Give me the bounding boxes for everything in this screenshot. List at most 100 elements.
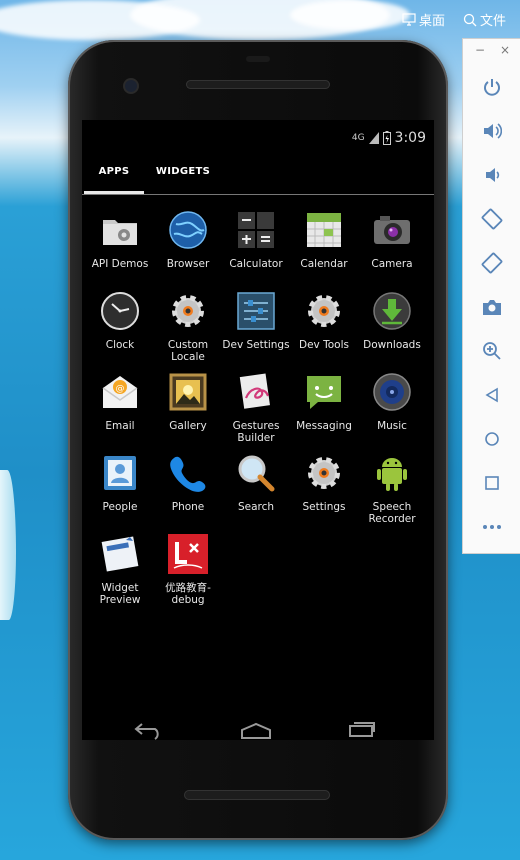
app-search[interactable]: Search xyxy=(222,453,290,531)
app-calendar[interactable]: Calendar xyxy=(290,210,358,288)
svg-text:@: @ xyxy=(116,384,125,394)
app-label: Messaging xyxy=(296,420,352,432)
app-label: Speech Recorder xyxy=(368,501,416,525)
phone-device: 4G 3:09 APPS WIDGETS API Demos Browser Cal… xyxy=(68,40,448,840)
app-label: Camera xyxy=(371,258,413,270)
messaging-icon xyxy=(304,372,344,412)
app-widget-preview[interactable]: Widget Preview xyxy=(86,534,154,612)
calendar-icon xyxy=(304,210,344,250)
app-label: Settings xyxy=(302,501,346,513)
youlu-logo-icon xyxy=(168,534,208,574)
desktop-button[interactable]: 桌面 xyxy=(402,10,445,29)
more-dots-icon xyxy=(483,525,501,529)
app-label: Gallery xyxy=(169,420,207,432)
emulator-control-panel: − × xyxy=(462,38,520,554)
gear-icon xyxy=(304,291,344,331)
app-calculator[interactable]: Calculator xyxy=(222,210,290,288)
app-api-demos[interactable]: API Demos xyxy=(86,210,154,288)
app-label: Custom Locale xyxy=(167,339,209,363)
home-icon xyxy=(241,722,271,739)
top-notch xyxy=(246,56,270,62)
android-icon xyxy=(372,453,412,493)
earpiece-speaker xyxy=(186,80,330,89)
app-clock[interactable]: Clock xyxy=(86,291,154,369)
file-button[interactable]: 文件 xyxy=(463,10,506,29)
rotate-left-icon xyxy=(481,208,503,230)
sliders-icon xyxy=(236,291,276,331)
recents-button[interactable] xyxy=(348,720,378,742)
triangle-back-icon xyxy=(485,387,498,403)
tab-widgets[interactable]: WIDGETS xyxy=(152,160,214,194)
app-优路教育-debug[interactable]: 优路教育- debug xyxy=(154,534,222,612)
home-button[interactable] xyxy=(240,722,272,744)
power-icon xyxy=(484,79,500,96)
speaker-icon xyxy=(372,372,412,412)
app-label: Dev Settings xyxy=(222,339,290,351)
app-people[interactable]: People xyxy=(86,453,154,531)
app-dev-settings[interactable]: Dev Settings xyxy=(222,291,290,369)
power-button[interactable] xyxy=(463,67,520,107)
app-label: Phone xyxy=(171,501,205,513)
search-icon xyxy=(463,13,477,26)
rotate-left-button[interactable] xyxy=(463,199,520,239)
app-browser[interactable]: Browser xyxy=(154,210,222,288)
gear-icon xyxy=(304,453,344,493)
app-speech-recorder[interactable]: Speech Recorder xyxy=(358,453,426,531)
back-button[interactable] xyxy=(134,720,164,744)
app-label: Clock xyxy=(105,339,135,351)
signal-icon xyxy=(368,132,379,144)
bottom-speaker xyxy=(184,790,330,800)
app-settings[interactable]: Settings xyxy=(290,453,358,531)
zoom-button[interactable] xyxy=(463,331,520,371)
circle-home-icon xyxy=(485,432,499,446)
camera-icon xyxy=(372,210,412,250)
app-label: Calendar xyxy=(300,258,348,270)
app-messaging[interactable]: Messaging xyxy=(290,372,358,450)
app-label: Music xyxy=(377,420,407,432)
more-button[interactable] xyxy=(463,507,520,547)
app-custom-locale[interactable]: Custom Locale xyxy=(154,291,222,369)
app-phone[interactable]: Phone xyxy=(154,453,222,531)
file-button-label: 文件 xyxy=(480,14,507,29)
widget-preview-icon xyxy=(100,534,140,574)
app-label: Calculator xyxy=(229,258,283,270)
app-gestures-builder[interactable]: Gestures Builder xyxy=(222,372,290,450)
magnifier-icon xyxy=(236,453,276,493)
app-label: Downloads xyxy=(363,339,421,351)
tab-bar: APPS WIDGETS xyxy=(82,160,434,195)
back-nav-button[interactable] xyxy=(463,375,520,415)
home-nav-button[interactable] xyxy=(463,419,520,459)
volume-up-button[interactable] xyxy=(463,111,520,151)
app-downloads[interactable]: Downloads xyxy=(358,291,426,369)
app-label: Gestures Builder xyxy=(232,420,280,444)
clock-icon xyxy=(100,291,140,331)
tab-apps[interactable]: APPS xyxy=(84,160,144,194)
app-gallery[interactable]: Gallery xyxy=(154,372,222,450)
app-dev-tools[interactable]: Dev Tools xyxy=(290,291,358,369)
app-label: API Demos xyxy=(91,258,149,270)
app-label: Email xyxy=(105,420,135,432)
app-email[interactable]: @ Email xyxy=(86,372,154,450)
folder-gear-icon xyxy=(100,210,140,250)
app-music[interactable]: Music xyxy=(358,372,426,450)
close-button[interactable]: × xyxy=(500,43,510,57)
globe-icon xyxy=(168,210,208,250)
clock-time: 3:09 xyxy=(394,130,426,146)
network-type: 4G xyxy=(351,133,365,143)
rotate-right-button[interactable] xyxy=(463,243,520,283)
app-label: 优路教育- debug xyxy=(165,582,211,606)
gestures-icon xyxy=(236,372,276,412)
monitor-icon xyxy=(402,13,416,26)
tab-widgets-label: WIDGETS xyxy=(155,166,211,177)
email-icon: @ xyxy=(100,372,140,412)
app-camera[interactable]: Camera xyxy=(358,210,426,288)
app-label: Widget Preview xyxy=(99,582,141,606)
front-camera xyxy=(125,80,137,92)
recents-icon xyxy=(349,722,375,737)
overview-nav-button[interactable] xyxy=(463,463,520,503)
zoom-in-icon xyxy=(483,342,501,360)
volume-down-button[interactable] xyxy=(463,155,520,195)
app-label: Search xyxy=(237,501,275,513)
screenshot-button[interactable] xyxy=(463,287,520,327)
minimize-button[interactable]: − xyxy=(475,43,485,57)
